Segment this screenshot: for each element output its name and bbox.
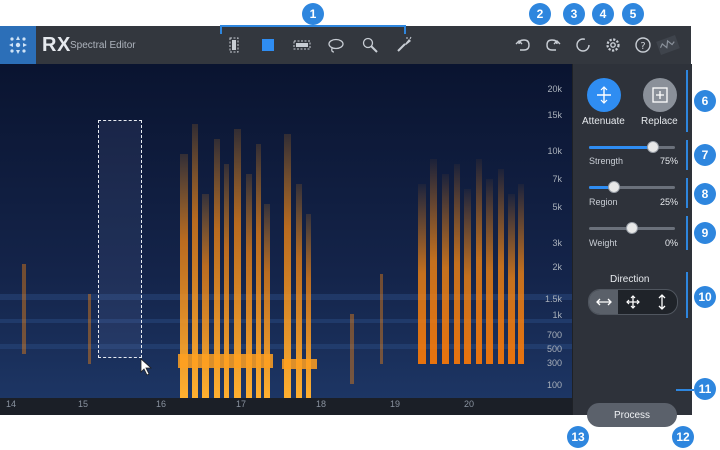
time-tick: 19	[390, 399, 401, 409]
replace-label: Replace	[641, 116, 678, 127]
callout-badge: 10	[694, 286, 716, 308]
spectrogram-image	[0, 64, 572, 415]
history-icon[interactable]	[572, 34, 594, 56]
svg-text:?: ?	[640, 41, 645, 52]
time-tick: 18	[316, 399, 327, 409]
freq-label: 15k	[547, 110, 562, 120]
time-selection-tool-icon[interactable]	[224, 35, 244, 55]
vertical-direction-button[interactable]	[648, 290, 677, 314]
freq-label: 500	[546, 344, 562, 354]
top-bar: RX Spectral Editor ?	[0, 26, 691, 65]
callout-bracket	[686, 140, 688, 170]
callout-bracket	[686, 178, 688, 208]
freq-label: 100	[546, 380, 562, 390]
gear-icon[interactable]	[602, 34, 624, 56]
lasso-tool-icon[interactable]	[326, 35, 346, 55]
attenuate-icon	[597, 86, 611, 104]
freq-label: 300	[546, 358, 562, 368]
time-tick: 14	[6, 399, 17, 409]
time-ruler[interactable]: 14 15 16 17 18 19 20	[0, 398, 572, 415]
region-knob[interactable]	[608, 181, 620, 193]
callout-badge: 1	[302, 3, 324, 25]
freq-label: 5k	[552, 202, 562, 212]
callout-badge: 13	[567, 426, 589, 448]
brush-tool-icon[interactable]	[394, 35, 414, 55]
callout-badge: 5	[622, 3, 644, 25]
replace-icon	[652, 87, 668, 103]
help-icon[interactable]: ?	[632, 34, 654, 56]
module-name: Spectral Editor	[70, 40, 136, 51]
izotope-logo-icon[interactable]	[0, 26, 36, 64]
freq-label: 1.5k	[544, 294, 562, 304]
callout-badge: 7	[694, 144, 716, 166]
attenuate-label: Attenuate	[582, 116, 625, 127]
strength-value: 75%	[659, 156, 678, 166]
horizontal-direction-button[interactable]	[589, 290, 619, 314]
callout-bracket	[686, 272, 688, 318]
strength-fill	[589, 146, 654, 149]
waveform-icon[interactable]	[655, 32, 681, 58]
callout-badge: 12	[672, 426, 694, 448]
weight-knob[interactable]	[626, 222, 638, 234]
callout-badge: 3	[563, 3, 585, 25]
time-tick: 15	[78, 399, 89, 409]
app-brand: RX	[42, 34, 71, 56]
time-tick: 16	[156, 399, 167, 409]
process-button[interactable]: Process	[587, 403, 677, 427]
attenuate-button[interactable]	[587, 78, 621, 112]
strength-label: Strength	[589, 156, 624, 166]
frequency-selection-tool-icon[interactable]	[258, 35, 278, 55]
callout-bracket	[404, 25, 406, 34]
callout-badge: 2	[529, 3, 551, 25]
freq-label: 3k	[552, 238, 562, 248]
all-directions-button[interactable]	[618, 290, 647, 314]
strength-slider[interactable]	[589, 141, 675, 153]
freq-label: 2k	[552, 262, 562, 272]
freq-label: 1k	[552, 310, 562, 320]
region-slider[interactable]	[589, 181, 675, 193]
rx-window: RX Spectral Editor ? 20k 15k 10k 7k 5k 3…	[0, 26, 692, 427]
weight-label: Weight	[589, 238, 617, 248]
callout-bracket	[220, 25, 222, 34]
mouse-cursor-icon	[140, 358, 153, 376]
callout-badge: 8	[694, 183, 716, 205]
time-tick: 17	[236, 399, 247, 409]
callout-badge: 4	[592, 3, 614, 25]
magic-wand-tool-icon[interactable]	[360, 35, 380, 55]
callout-badge: 6	[694, 90, 716, 112]
redo-icon[interactable]	[542, 34, 564, 56]
weight-slider[interactable]	[589, 222, 675, 234]
direction-title: Direction	[610, 274, 650, 285]
selection-tools	[224, 34, 414, 56]
spectral-editor-panel: Attenuate Replace Strength 75% Region 25…	[572, 64, 692, 427]
callout-bracket	[676, 389, 694, 391]
freq-label: 10k	[547, 146, 562, 156]
direction-selector	[588, 289, 678, 315]
vertical-arrows-icon	[658, 294, 666, 310]
all-directions-icon	[626, 295, 640, 309]
action-buttons: ?	[512, 34, 654, 56]
strength-knob[interactable]	[647, 141, 659, 153]
undo-icon[interactable]	[512, 34, 534, 56]
callout-badge: 9	[694, 222, 716, 244]
region-value: 25%	[659, 197, 678, 207]
callout-badge: 11	[694, 378, 716, 400]
callout-bracket	[220, 25, 406, 27]
callout-bracket	[686, 70, 688, 132]
freq-label: 700	[546, 330, 562, 340]
time-tick: 20	[464, 399, 475, 409]
freq-label: 20k	[547, 84, 562, 94]
callout-bracket	[686, 216, 688, 250]
time-frequency-selection-tool-icon[interactable]	[292, 35, 312, 55]
freq-label: 7k	[552, 174, 562, 184]
horizontal-arrows-icon	[595, 298, 612, 306]
region-label: Region	[589, 197, 618, 207]
time-frequency-selection[interactable]	[98, 120, 142, 358]
spectrogram-display[interactable]: 20k 15k 10k 7k 5k 3k 2k 1.5k 1k 700 500 …	[0, 64, 572, 415]
replace-button[interactable]	[643, 78, 677, 112]
weight-value: 0%	[664, 238, 678, 248]
